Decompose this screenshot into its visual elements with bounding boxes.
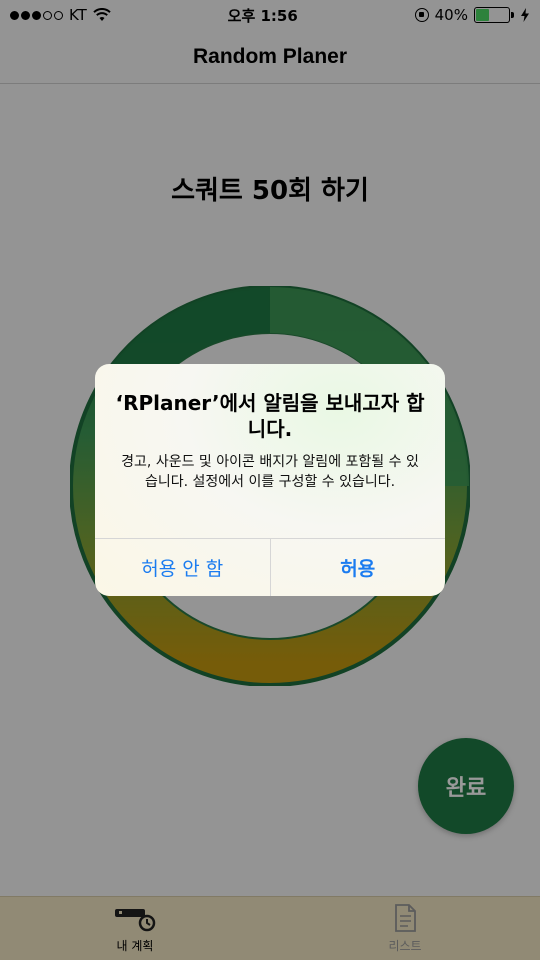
alert-message: 경고, 사운드 및 아이콘 배지가 알림에 포함될 수 있습니다. 설정에서 이… [121,454,419,491]
allow-button[interactable]: 허용 [269,539,446,596]
alert-button-row: 허용 안 함 허용 [95,538,445,596]
alert-title: ‘RPlaner’에서 알림을 보내고자 합니다. [115,391,425,441]
notification-permission-alert: ‘RPlaner’에서 알림을 보내고자 합니다. 경고, 사운드 및 아이콘 … [95,364,445,596]
deny-button[interactable]: 허용 안 함 [95,539,270,596]
